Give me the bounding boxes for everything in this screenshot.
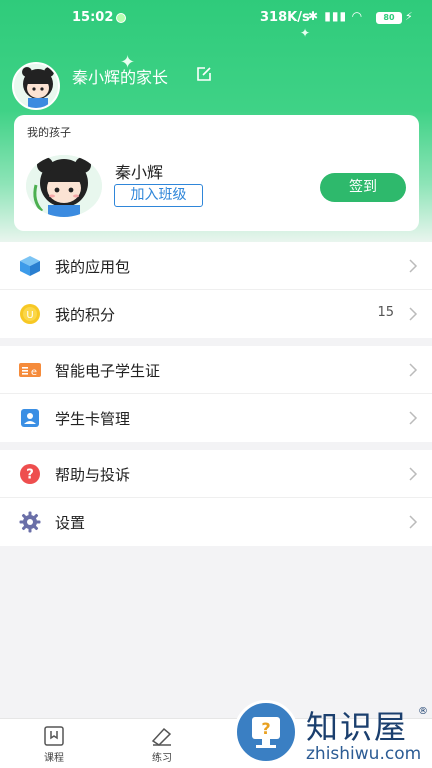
svg-text:?: ? <box>261 719 270 738</box>
app-package-icon <box>20 256 40 276</box>
child-avatar[interactable] <box>26 155 102 217</box>
chevron-right-icon <box>409 307 418 321</box>
menu-group-help: ? 帮助与投诉 设置 <box>0 450 432 546</box>
points-value: 15 <box>377 305 394 320</box>
nav-label: 课程 <box>44 753 64 764</box>
charging-icon: ⚡ <box>405 10 413 23</box>
parent-avatar[interactable] <box>12 62 60 110</box>
signal-wifi-icons: ✱ ▮▮▮ ◠ <box>308 9 363 23</box>
menu-item-app-package[interactable]: 我的应用包 <box>0 242 432 290</box>
points-coin-icon: U <box>20 304 40 324</box>
checkin-button[interactable]: 签到 <box>320 173 406 202</box>
watermark-registered-mark: ® <box>418 706 428 717</box>
menu-item-points[interactable]: U 我的积分 15 <box>0 290 432 338</box>
nav-tab-course[interactable]: 课程 <box>24 725 84 764</box>
chevron-right-icon <box>409 515 418 529</box>
svg-text:?: ? <box>26 468 34 483</box>
status-bar: 15:02 318K/s ✱ ▮▮▮ ◠ 80 ⚡ <box>0 0 432 36</box>
help-icon: ? <box>20 464 40 484</box>
menu-label: 学生卡管理 <box>55 410 131 428</box>
join-class-button[interactable]: 加入班级 <box>114 184 203 207</box>
chevron-right-icon <box>409 363 418 377</box>
status-time: 15:02 <box>72 10 114 25</box>
menu-item-settings[interactable]: 设置 <box>0 498 432 546</box>
child-name: 秦小辉 <box>115 163 164 182</box>
menu-item-help[interactable]: ? 帮助与投诉 <box>0 450 432 498</box>
chevron-right-icon <box>409 259 418 273</box>
chevron-right-icon <box>409 467 418 481</box>
course-icon <box>44 726 64 746</box>
battery-icon: 80 <box>376 12 402 24</box>
nav-label: 练习 <box>152 753 172 764</box>
watermark-title: 知识屋 <box>306 708 409 746</box>
notification-dot-icon <box>116 13 126 23</box>
svg-text:U: U <box>26 310 33 321</box>
menu-label: 智能电子学生证 <box>55 362 161 380</box>
menu-item-e-student-card[interactable]: e 智能电子学生证 <box>0 346 432 394</box>
card-section-label: 我的孩子 <box>27 126 71 139</box>
watermark-logo: ? 知识屋 ® zhishiwu.com <box>232 698 432 768</box>
nav-tab-practice[interactable]: 练习 <box>132 725 192 764</box>
menu-label: 设置 <box>55 514 86 532</box>
network-speed: 318K/s <box>260 10 310 25</box>
settings-gear-icon <box>19 511 41 533</box>
student-card-icon <box>21 409 39 427</box>
svg-text:e: e <box>31 367 37 378</box>
parent-name: 秦小辉的家长 <box>72 68 169 87</box>
chevron-right-icon <box>409 411 418 425</box>
e-student-card-icon: e <box>19 363 41 378</box>
menu-group-apps: 我的应用包 U 我的积分 15 <box>0 242 432 338</box>
watermark-circle-icon: ? <box>234 700 298 764</box>
menu-label: 我的积分 <box>55 306 116 324</box>
menu-group-student-card: e 智能电子学生证 学生卡管理 <box>0 346 432 442</box>
sparkle-decoration: ✦ <box>300 26 311 40</box>
menu-item-student-card[interactable]: 学生卡管理 <box>0 394 432 442</box>
practice-icon <box>151 727 172 746</box>
menu-label: 帮助与投诉 <box>55 466 131 484</box>
menu-label: 我的应用包 <box>55 258 131 276</box>
edit-icon[interactable] <box>196 66 212 82</box>
watermark-subtitle: zhishiwu.com <box>306 744 422 764</box>
child-card: 我的孩子 秦小辉 加入班级 签到 <box>14 115 419 231</box>
